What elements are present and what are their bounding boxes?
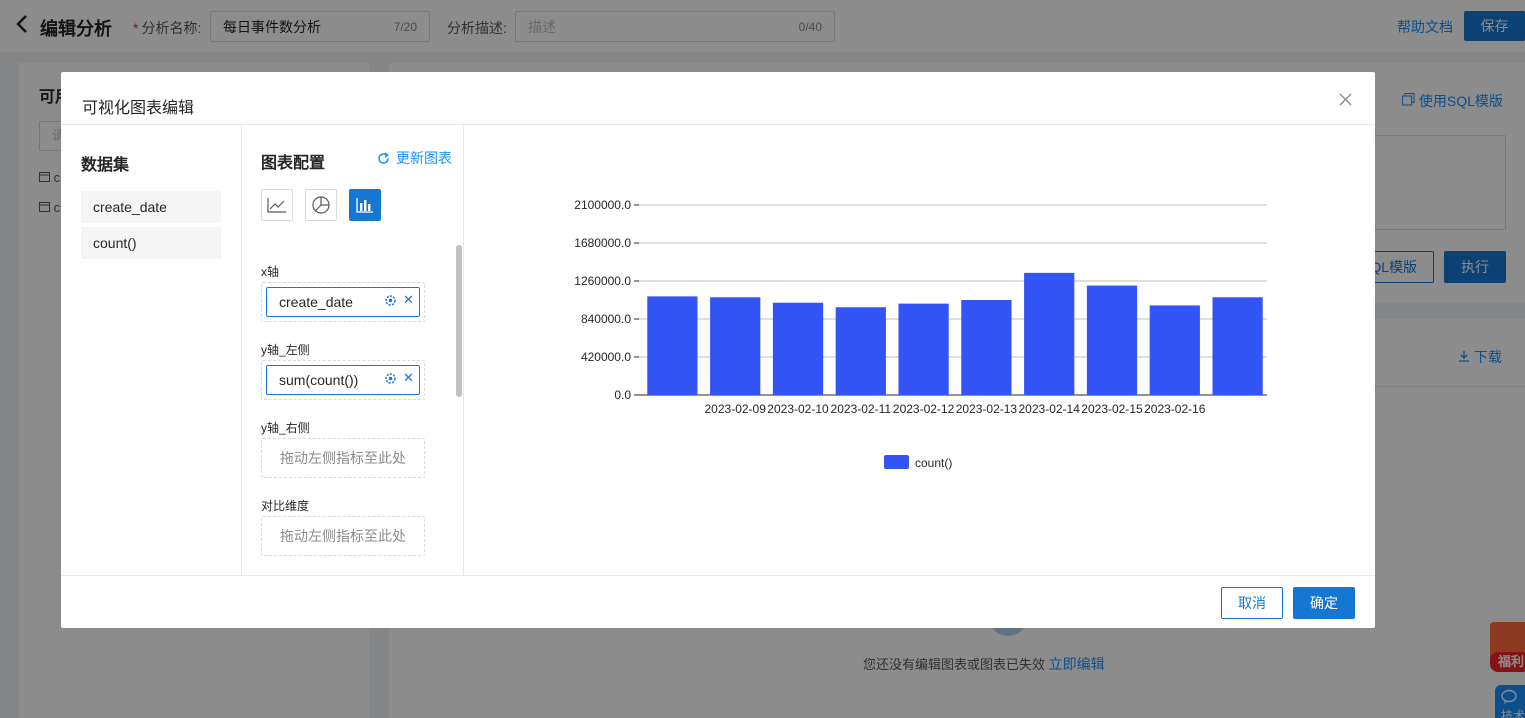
cancel-button[interactable]: 取消: [1221, 587, 1283, 619]
bar: [710, 297, 761, 395]
modal-footer: 取消 确定: [61, 575, 1375, 628]
x-tick-label: 2023-02-09: [705, 402, 767, 416]
dataset-title: 数据集: [81, 157, 130, 174]
refresh-chart-button[interactable]: 更新图表: [377, 148, 452, 168]
bar: [1086, 285, 1138, 395]
bar: [1212, 297, 1263, 395]
y-axis-left-tag[interactable]: sum(count()) ✕: [266, 365, 420, 395]
dataset-field[interactable]: create_date: [81, 191, 221, 223]
y-tick-label: 840000.0: [581, 312, 631, 326]
remove-icon[interactable]: ✕: [403, 292, 414, 308]
confirm-button[interactable]: 确定: [1293, 587, 1355, 619]
legend-swatch: [884, 455, 909, 469]
bar: [961, 300, 1012, 395]
compare-dimension-label: 对比维度: [261, 499, 310, 513]
chart-config-title: 图表配置: [261, 155, 326, 172]
remove-icon[interactable]: ✕: [403, 370, 414, 386]
refresh-icon: [378, 151, 389, 164]
compare-dimension-drop-zone[interactable]: 拖动左侧指标至此处: [261, 516, 425, 556]
x-tick-label: 2023-02-10: [767, 402, 829, 416]
chart-editor-modal: 可视化图表编辑 数据集 create_date count() 图表配置 更新图…: [61, 72, 1375, 628]
x-axis-tag[interactable]: create_date ✕: [266, 287, 420, 317]
config-scrollbar[interactable]: [456, 245, 462, 397]
x-tick-label: 2023-02-11: [831, 402, 892, 416]
y-axis-left-drop-zone[interactable]: sum(count()) ✕: [261, 360, 425, 400]
bar-chart: 0.0 420000.0 840000.0 1260000.0 1680000.0 210…: [574, 198, 1267, 470]
pie-chart-icon[interactable]: [305, 189, 337, 221]
x-tick-label: 2023-02-15: [1081, 402, 1143, 416]
close-icon[interactable]: [1339, 90, 1352, 111]
bar: [1149, 305, 1200, 395]
bar: [898, 303, 949, 395]
legend-label: count(): [915, 456, 952, 470]
x-tick-label: 2023-02-13: [956, 402, 1018, 416]
modal-title: 可视化图表编辑: [82, 100, 195, 117]
line-chart-icon[interactable]: [261, 189, 293, 221]
chart-config-column: 图表配置 更新图表 x轴 create_date ✕ y轴_左侧 sum(cou…: [242, 125, 464, 575]
bar: [1024, 272, 1075, 395]
y-axis-right-label: y轴_右侧: [261, 421, 310, 435]
bar: [647, 296, 698, 395]
x-axis-label: x轴: [261, 265, 280, 279]
y-tick-label: 1260000.0: [574, 274, 631, 288]
x-axis-drop-zone[interactable]: create_date ✕: [261, 282, 425, 322]
bar: [835, 307, 886, 395]
y-tick-label: 0.0: [614, 388, 631, 402]
dataset-field[interactable]: count(): [81, 227, 221, 259]
bar: [772, 302, 824, 395]
y-axis-left-label: y轴_左侧: [261, 343, 310, 357]
dataset-column: 数据集 create_date count(): [61, 125, 242, 575]
y-tick-label: 1680000.0: [574, 236, 631, 250]
settings-icon[interactable]: [384, 372, 397, 388]
modal-header: 可视化图表编辑: [61, 72, 1375, 125]
x-tick-label: 2023-02-16: [1144, 402, 1206, 416]
bar-chart-icon[interactable]: [349, 189, 381, 221]
chart-preview: 0.0 420000.0 840000.0 1260000.0 1680000.0 210…: [464, 125, 1375, 575]
x-tick-label: 2023-02-12: [893, 402, 955, 416]
x-tick-label: 2023-02-14: [1019, 402, 1081, 416]
y-axis-right-drop-zone[interactable]: 拖动左侧指标至此处: [261, 438, 425, 478]
y-tick-label: 420000.0: [581, 350, 631, 364]
settings-icon[interactable]: [384, 294, 397, 310]
y-tick-label: 2100000.0: [574, 198, 631, 212]
